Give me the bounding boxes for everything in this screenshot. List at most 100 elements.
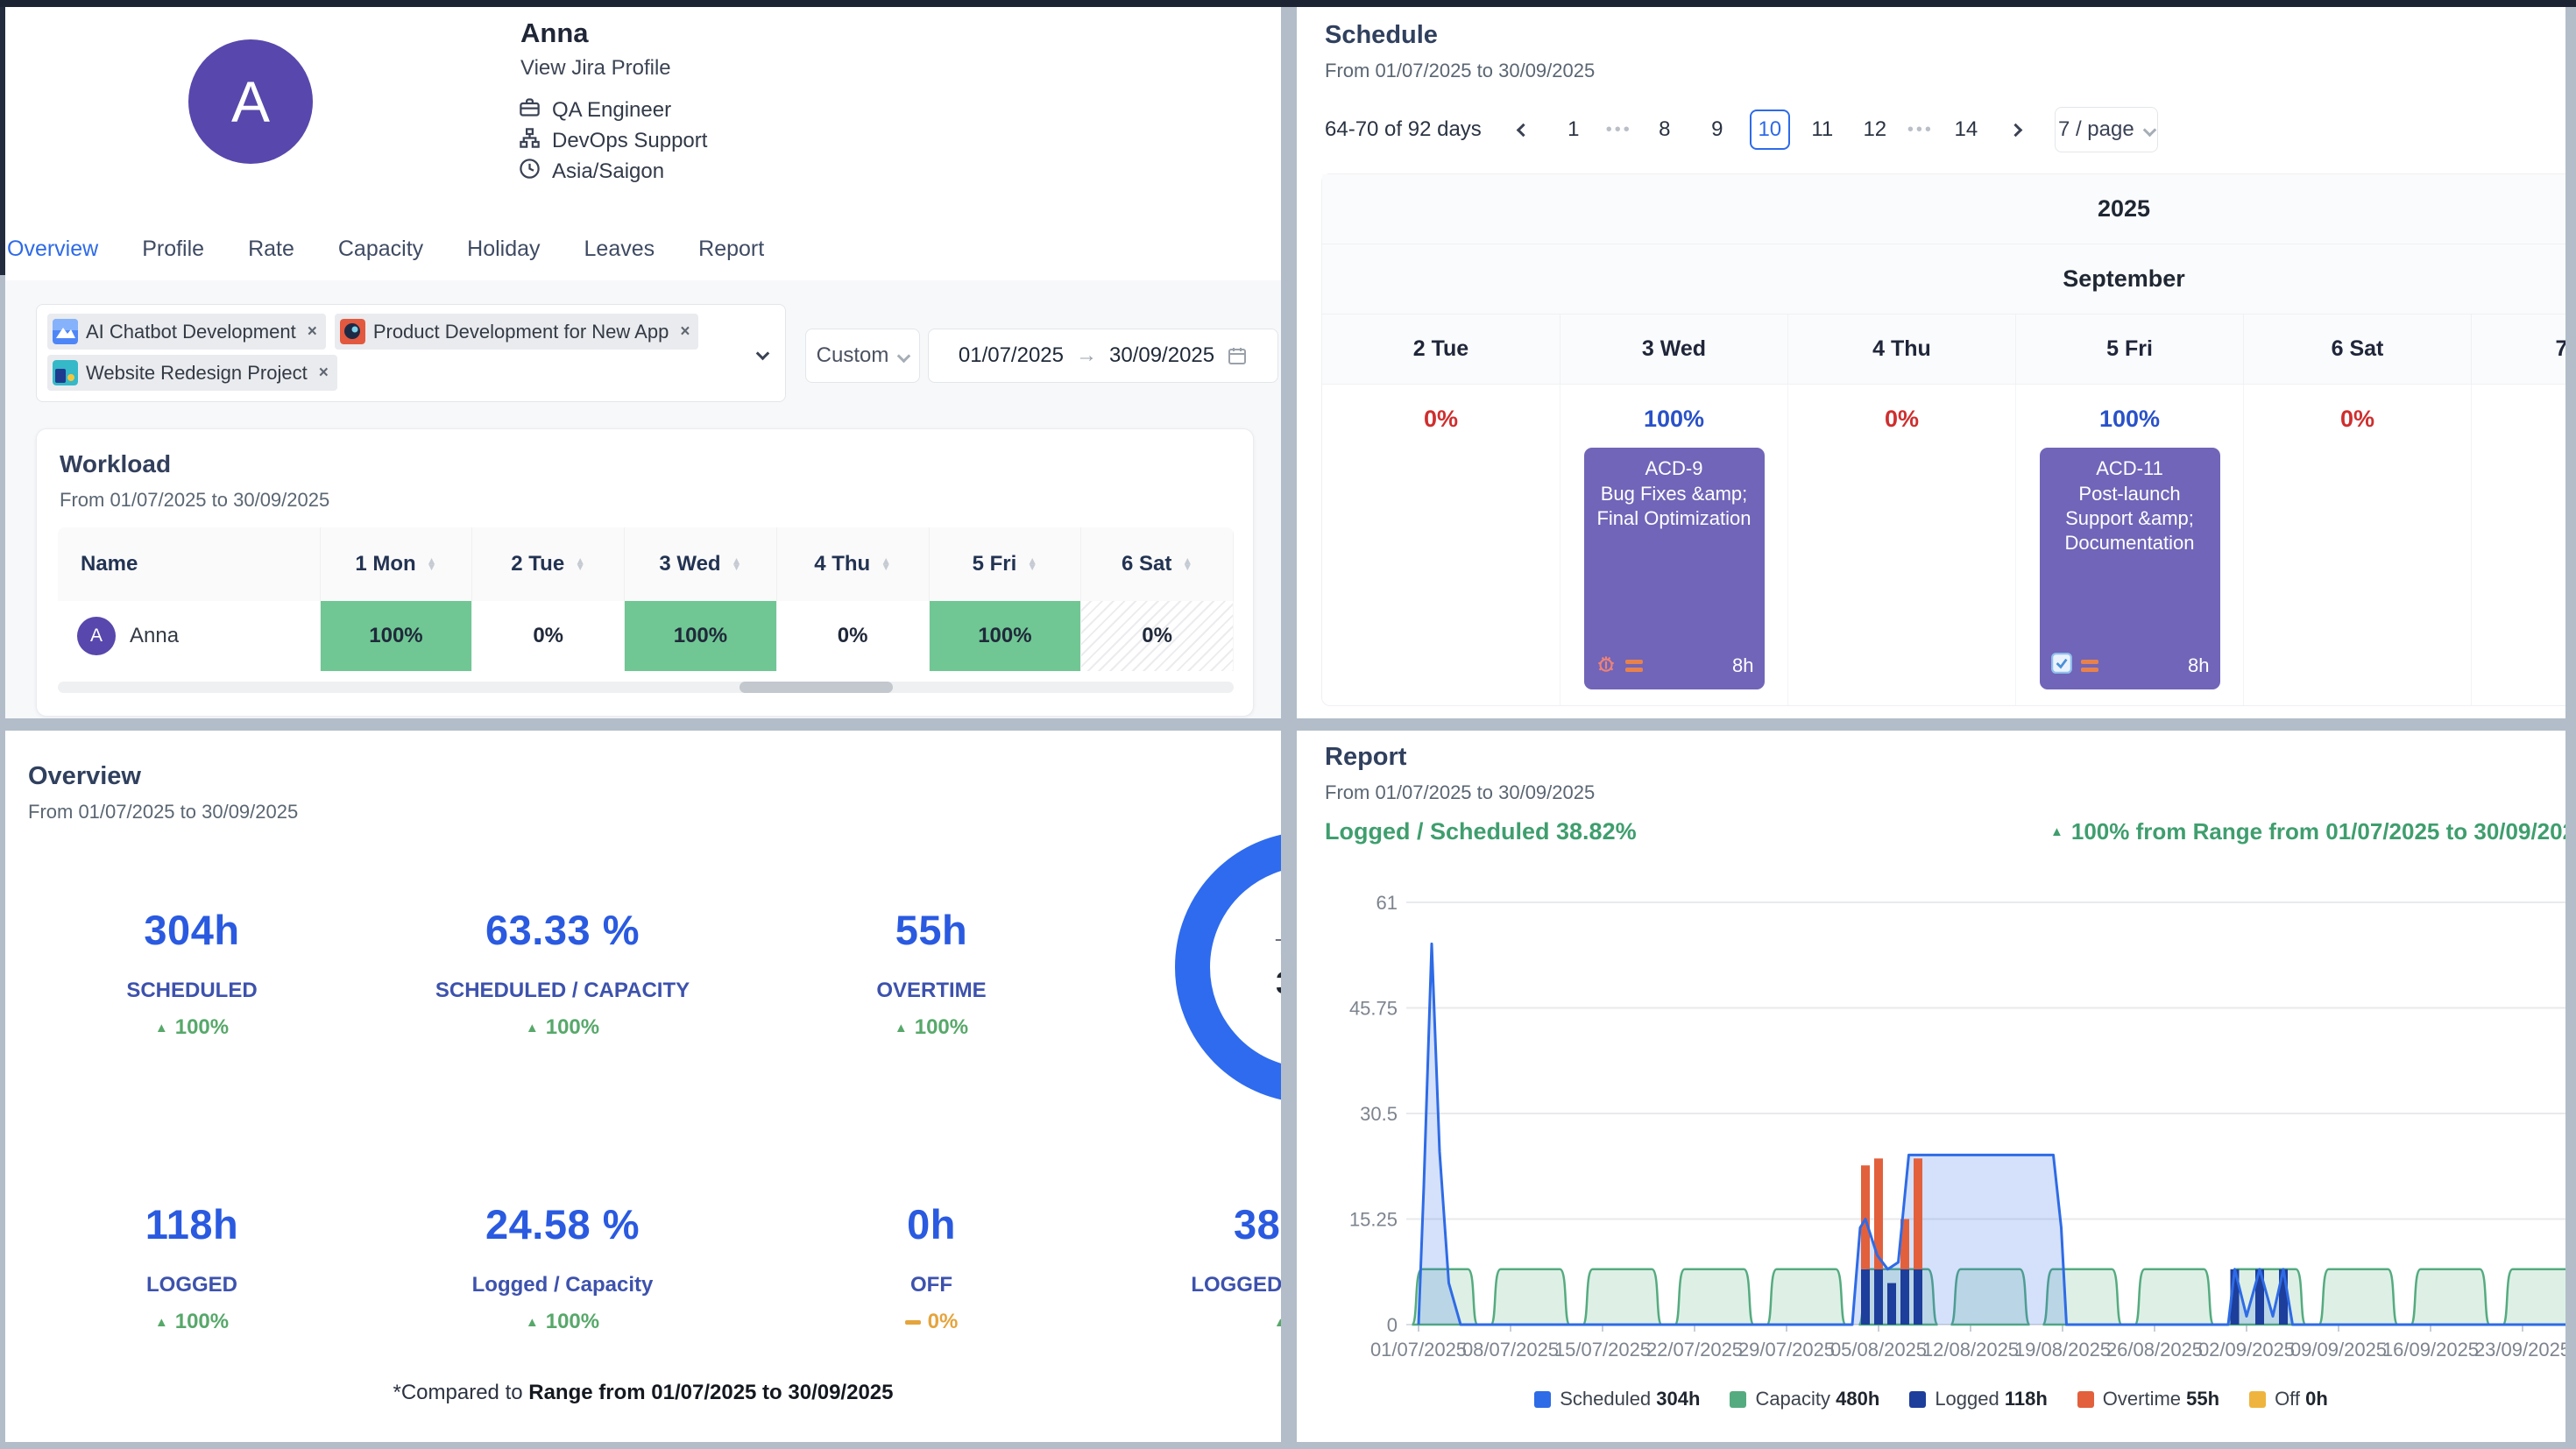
pagination-ellipsis[interactable]: •••	[1606, 120, 1632, 140]
sort-carets-icon[interactable]: ▲▼	[881, 558, 891, 571]
trend-up-icon: ▲	[895, 1021, 908, 1036]
legend-item-logged[interactable]: Logged 118h	[1909, 1388, 2047, 1410]
tab-holiday[interactable]: Holiday	[467, 237, 540, 262]
page-10[interactable]: 10	[1750, 110, 1790, 150]
metric-value: 24.58 %	[379, 1200, 747, 1248]
legend-item-off[interactable]: Off 0h	[2249, 1388, 2328, 1410]
page-8[interactable]: 8	[1645, 110, 1685, 150]
project-multiselect[interactable]: AI Chatbot Development×Product Developme…	[36, 304, 786, 402]
chevron-down-icon	[2142, 123, 2156, 137]
workload-scrollbar[interactable]	[58, 682, 1234, 693]
day-utilization: 100%	[1560, 406, 1787, 433]
priority-medium-icon	[1625, 660, 1643, 672]
avatar: A	[188, 39, 313, 164]
workload-cell: 0%	[777, 601, 930, 671]
sort-carets-icon[interactable]: ▲▼	[1027, 558, 1037, 571]
pagination: 64-70 of 92 days1•••89101112•••147 / pag…	[1325, 107, 2158, 152]
column-header-3-wed[interactable]: 3 Wed▲▼	[625, 527, 777, 601]
task-card-acd-11[interactable]: ACD-11Post-launch Support &amp; Document…	[2040, 448, 2220, 689]
remove-chip-icon[interactable]: ×	[319, 364, 329, 383]
workload-card: Workload From 01/07/2025 to 30/09/2025 N…	[36, 428, 1254, 717]
page-9[interactable]: 9	[1697, 110, 1737, 150]
metric-delta: ▲100%	[1127, 1310, 1281, 1334]
svg-text:29/07/2025: 29/07/2025	[1738, 1339, 1835, 1361]
date-to-value[interactable]: 30/09/2025	[1109, 343, 1214, 368]
calendar-month: September	[1322, 244, 2565, 315]
workload-subtitle: From 01/07/2025 to 30/09/2025	[60, 489, 329, 512]
next-page-button[interactable]	[1999, 110, 2034, 150]
range-preset-select[interactable]: Custom	[805, 329, 920, 383]
project-chip-label: Product Development for New App	[373, 321, 669, 343]
column-header-4-thu[interactable]: 4 Thu▲▼	[777, 527, 930, 601]
overview-subtitle: From 01/07/2025 to 30/09/2025	[28, 801, 298, 823]
metric-value: 38.82 %	[1127, 1200, 1281, 1248]
page-size-select[interactable]: 7 / page	[2055, 107, 2158, 152]
total-donut-chart: TOTAL 304h	[1175, 831, 1281, 1103]
date-from-value[interactable]: 01/07/2025	[959, 343, 1064, 368]
remove-chip-icon[interactable]: ×	[680, 322, 690, 342]
sort-carets-icon[interactable]: ▲▼	[1182, 558, 1192, 571]
calendar-cell: 0%	[2244, 385, 2472, 705]
calendar-cell: 0%	[1788, 385, 2016, 705]
chevron-down-icon[interactable]	[758, 347, 768, 363]
legend-item-scheduled[interactable]: Scheduled 304h	[1534, 1388, 1700, 1410]
tab-rate[interactable]: Rate	[248, 237, 294, 262]
metric-label: OFF	[747, 1273, 1115, 1297]
metric-value: 63.33 %	[379, 906, 747, 954]
calendar-cell: 100% ACD-9Bug Fixes &amp; Final Optimizat…	[1560, 385, 1788, 705]
workload-cell: 100%	[625, 601, 777, 671]
project-chip[interactable]: AI Chatbot Development ×	[47, 314, 326, 350]
column-header-1-mon[interactable]: 1 Mon▲▼	[321, 527, 473, 601]
metric-logged: 118hLOGGED▲100%	[8, 1200, 376, 1334]
profile-name: Anna	[520, 18, 589, 49]
day-utilization: 0%	[1788, 406, 2015, 433]
project-orange-icon	[340, 319, 365, 344]
chart-legend: Scheduled 304h Capacity 480h Logged 118h Ov…	[1297, 1388, 2565, 1410]
project-chip[interactable]: Product Development for New App ×	[335, 314, 699, 350]
svg-text:05/08/2025: 05/08/2025	[1830, 1339, 1927, 1361]
legend-item-capacity[interactable]: Capacity 480h	[1730, 1388, 1879, 1410]
column-header-2-tue[interactable]: 2 Tue▲▼	[472, 527, 625, 601]
tab-leaves[interactable]: Leaves	[584, 237, 655, 262]
metric-label: SCHEDULED / CAPACITY	[379, 979, 747, 1003]
sort-carets-icon[interactable]: ▲▼	[575, 558, 585, 571]
workload-header-row: Name1 Mon▲▼2 Tue▲▼3 Wed▲▼4 Thu▲▼5 Fri▲▼6…	[58, 527, 1234, 601]
tab-report[interactable]: Report	[698, 237, 764, 262]
page-11[interactable]: 11	[1802, 110, 1843, 150]
window-left-edge	[0, 7, 5, 275]
svg-text:12/08/2025: 12/08/2025	[1922, 1339, 2019, 1361]
prev-page-button[interactable]	[1506, 110, 1541, 150]
date-range-picker[interactable]: 01/07/2025 → 30/09/2025	[928, 329, 1278, 383]
pagination-ellipsis[interactable]: •••	[1907, 120, 1934, 140]
report-pane: Report From 01/07/2025 to 30/09/2025 Log…	[1297, 731, 2565, 1442]
tab-overview[interactable]: Overview	[7, 237, 98, 262]
tab-profile[interactable]: Profile	[142, 237, 204, 262]
page-12[interactable]: 12	[1855, 110, 1895, 150]
remove-chip-icon[interactable]: ×	[308, 322, 317, 342]
column-header-6-sat[interactable]: 6 Sat▲▼	[1081, 527, 1234, 601]
metric-label: OVERTIME	[747, 979, 1115, 1003]
schedule-subtitle: From 01/07/2025 to 30/09/2025	[1325, 60, 1595, 82]
scrollbar-thumb[interactable]	[740, 682, 892, 693]
sort-carets-icon[interactable]: ▲▼	[732, 558, 742, 571]
schedule-calendar: 2025 September 2 Tue3 Wed4 Thu5 Fri6 Sat…	[1321, 173, 2565, 706]
workload-cell: 0%	[472, 601, 625, 671]
legend-swatch-icon	[2077, 1391, 2094, 1408]
column-header-5-fri[interactable]: 5 Fri▲▼	[930, 527, 1082, 601]
page-14[interactable]: 14	[1946, 110, 1986, 150]
project-chip[interactable]: Website Redesign Project×	[47, 355, 337, 391]
trend-up-icon: ▲	[1274, 1315, 1281, 1330]
task-card-acd-9[interactable]: ACD-9Bug Fixes &amp; Final Optimization8…	[1584, 448, 1765, 689]
page-1[interactable]: 1	[1553, 110, 1594, 150]
view-jira-profile-link[interactable]: View Jira Profile	[520, 56, 671, 81]
window-top-edge	[0, 0, 2576, 7]
calendar-day-headers: 2 Tue3 Wed4 Thu5 Fri6 Sat7 Sun	[1322, 315, 2565, 385]
svg-text:22/07/2025: 22/07/2025	[1646, 1339, 1743, 1361]
tab-capacity[interactable]: Capacity	[338, 237, 423, 262]
range-preset-value: Custom	[817, 343, 889, 368]
legend-item-overtime[interactable]: Overtime 55h	[2077, 1388, 2219, 1410]
task-summary: Bug Fixes &amp; Final Optimization	[1591, 482, 1758, 531]
project-teal-icon	[53, 360, 78, 385]
sort-carets-icon[interactable]: ▲▼	[427, 558, 437, 571]
project-chip-label: AI Chatbot Development	[86, 321, 296, 343]
